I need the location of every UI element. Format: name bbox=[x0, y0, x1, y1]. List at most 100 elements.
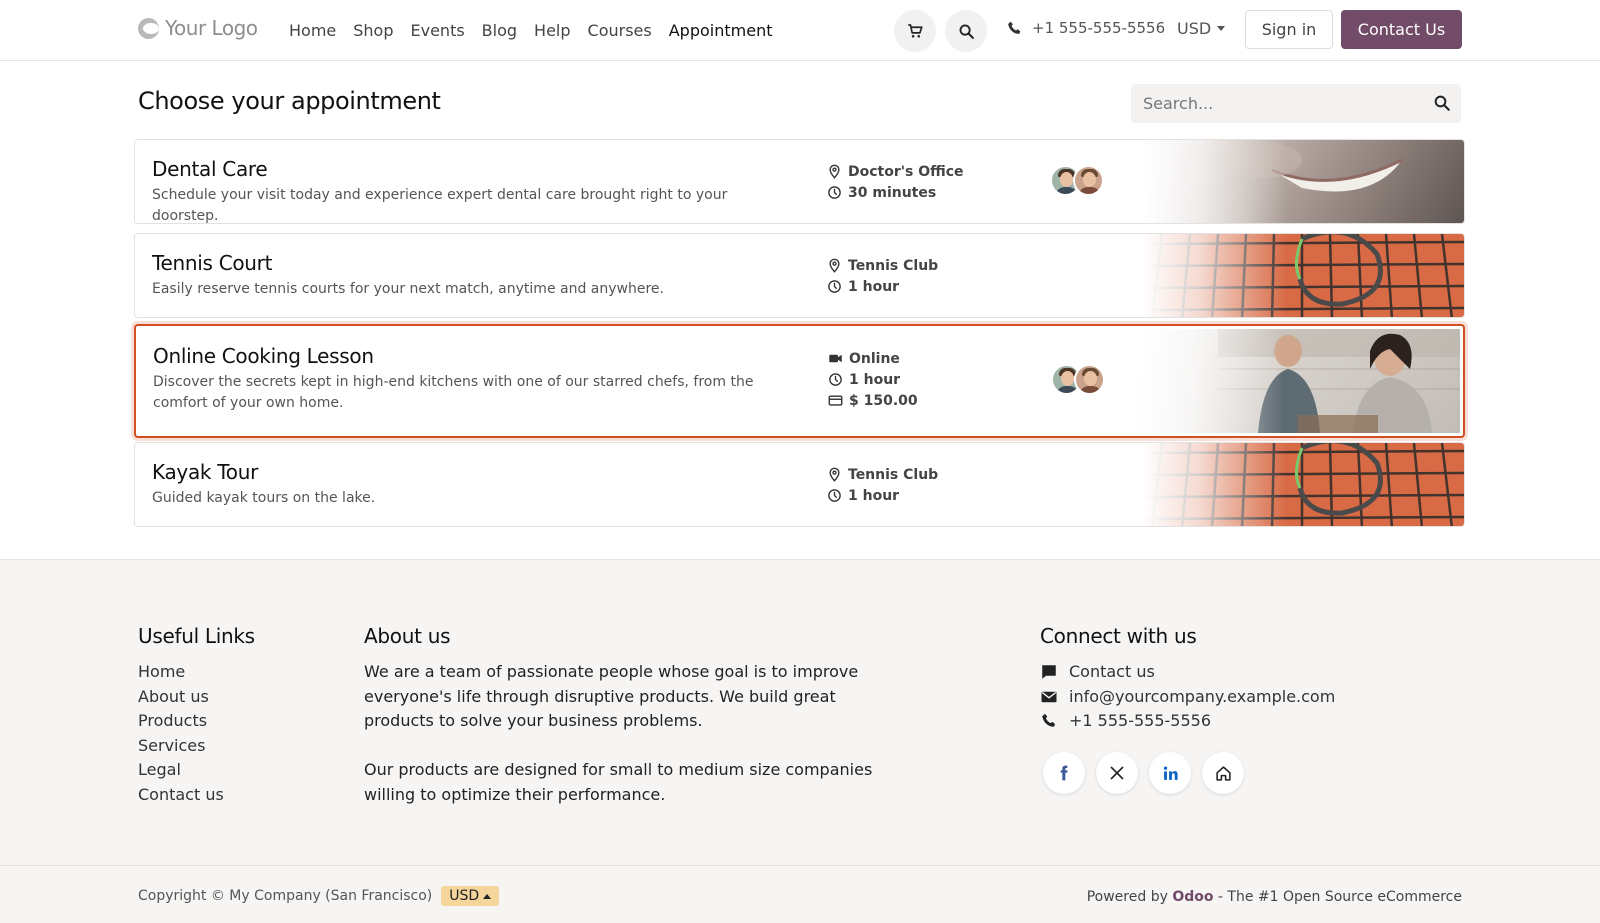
about-us-heading: About us bbox=[364, 624, 451, 648]
nav-events[interactable]: Events bbox=[411, 21, 465, 40]
phone-icon bbox=[1042, 714, 1056, 728]
connect-list: Contact us info@yourcompany.example.com … bbox=[1040, 660, 1335, 734]
copyright: Copyright © My Company (San Francisco) U… bbox=[138, 886, 500, 906]
caret-down-icon bbox=[1217, 26, 1226, 31]
facebook-icon bbox=[1060, 765, 1068, 781]
appointment-card-kayak-tour[interactable]: Kayak Tour Guided kayak tours on the lak… bbox=[134, 442, 1465, 527]
card-location: Doctor's Office bbox=[848, 163, 964, 180]
copyright-bar: Copyright © My Company (San Francisco) U… bbox=[0, 865, 1600, 923]
connect-contact-text: Contact us bbox=[1069, 662, 1155, 681]
home-button[interactable] bbox=[1202, 752, 1244, 794]
appointment-card-dental-care[interactable]: Dental Care Schedule your visit today an… bbox=[134, 139, 1465, 224]
nav-shop[interactable]: Shop bbox=[353, 21, 393, 40]
footer-currency-label: USD bbox=[449, 888, 480, 904]
location-pin-icon bbox=[829, 164, 840, 179]
clock-icon bbox=[828, 489, 841, 502]
footer-link-legal[interactable]: Legal bbox=[138, 758, 224, 783]
page-title: Choose your appointment bbox=[138, 87, 441, 115]
card-title: Dental Care bbox=[152, 157, 268, 181]
useful-links-list: Home About us Products Services Legal Co… bbox=[138, 660, 224, 808]
footer-link-contact-us[interactable]: Contact us bbox=[138, 783, 224, 808]
cart-button[interactable] bbox=[894, 10, 936, 52]
card-title: Kayak Tour bbox=[152, 460, 259, 484]
card-meta: Doctor's Office 30 minutes bbox=[827, 161, 964, 203]
dental-care-image bbox=[1142, 140, 1464, 223]
search-icon bbox=[959, 24, 974, 39]
site-logo[interactable]: Your Logo bbox=[138, 16, 258, 40]
nav-home[interactable]: Home bbox=[289, 21, 336, 40]
about-us-text: We are a team of passionate people whose… bbox=[364, 660, 904, 808]
footer-link-home[interactable]: Home bbox=[138, 660, 224, 685]
nav-blog[interactable]: Blog bbox=[482, 21, 517, 40]
facebook-button[interactable] bbox=[1043, 752, 1085, 794]
avatar bbox=[1074, 364, 1105, 395]
site-footer: Useful Links Home About us Products Serv… bbox=[0, 559, 1600, 865]
currency-selector[interactable]: USD bbox=[1177, 19, 1226, 38]
tagline-mid: - The #1 bbox=[1213, 889, 1284, 905]
logo-icon bbox=[138, 17, 159, 39]
card-description: Schedule your visit today and experience… bbox=[152, 187, 728, 224]
card-description: Guided kayak tours on the lake. bbox=[152, 490, 376, 506]
footer-link-about-us[interactable]: About us bbox=[138, 685, 224, 710]
card-description: Easily reserve tennis courts for your ne… bbox=[152, 281, 664, 297]
card-meta: Online 1 hour $ 150.00 bbox=[828, 348, 918, 411]
card-duration: 30 minutes bbox=[848, 184, 937, 201]
search-input[interactable] bbox=[1143, 84, 1423, 123]
footer-link-products[interactable]: Products bbox=[138, 709, 224, 734]
nav-help[interactable]: Help bbox=[534, 21, 570, 40]
ecommerce-link[interactable]: Open Source eCommerce bbox=[1283, 889, 1462, 905]
connect-email-link[interactable]: info@yourcompany.example.com bbox=[1040, 685, 1335, 710]
connect-phone-link[interactable]: +1 555-555-5556 bbox=[1040, 709, 1335, 734]
caret-up-icon bbox=[483, 893, 492, 899]
header-phone[interactable]: +1 555-555-5556 bbox=[1006, 19, 1165, 37]
connect-contact-link[interactable]: Contact us bbox=[1040, 660, 1335, 685]
appointment-card-tennis-court[interactable]: Tennis Court Easily reserve tennis court… bbox=[134, 233, 1465, 318]
staff-avatars[interactable] bbox=[1051, 364, 1105, 395]
clock-icon bbox=[829, 373, 842, 386]
nav-appointment[interactable]: Appointment bbox=[669, 21, 773, 40]
card-price: $ 150.00 bbox=[849, 392, 918, 409]
about-paragraph-1: We are a team of passionate people whose… bbox=[364, 662, 859, 731]
powered-by: Powered by Odoo - The #1 Open Source eCo… bbox=[1087, 889, 1462, 905]
social-links bbox=[1043, 752, 1244, 794]
card-title: Online Cooking Lesson bbox=[153, 344, 374, 368]
search-submit-icon[interactable] bbox=[1433, 94, 1451, 112]
tennis-net-image bbox=[1142, 234, 1464, 317]
odoo-link[interactable]: Odoo bbox=[1172, 889, 1213, 905]
useful-links-heading: Useful Links bbox=[138, 624, 255, 648]
card-description: Discover the secrets kept in high-end ki… bbox=[153, 374, 754, 411]
card-duration: 1 hour bbox=[848, 487, 900, 504]
x-icon bbox=[1110, 766, 1124, 780]
location-pin-icon bbox=[829, 467, 840, 482]
connect-phone-text: +1 555-555-5556 bbox=[1069, 711, 1212, 731]
phone-icon bbox=[1008, 21, 1021, 34]
x-button[interactable] bbox=[1096, 752, 1138, 794]
sign-in-button[interactable]: Sign in bbox=[1245, 10, 1333, 49]
header-phone-text: +1 555-555-5556 bbox=[1032, 19, 1166, 37]
contact-us-button[interactable]: Contact Us bbox=[1341, 10, 1462, 49]
footer-link-services[interactable]: Services bbox=[138, 734, 224, 759]
appointment-search bbox=[1131, 84, 1461, 123]
tennis-net-image bbox=[1142, 443, 1464, 526]
linkedin-icon bbox=[1163, 766, 1178, 780]
staff-avatars[interactable] bbox=[1050, 165, 1104, 196]
card-duration: 1 hour bbox=[849, 371, 901, 388]
home-icon bbox=[1215, 765, 1231, 781]
nav-courses[interactable]: Courses bbox=[588, 21, 652, 40]
about-paragraph-2: Our products are designed for small to m… bbox=[364, 760, 873, 804]
card-location: Tennis Club bbox=[848, 257, 939, 274]
copyright-text: Copyright © My Company (San Francisco) bbox=[138, 888, 433, 904]
linkedin-button[interactable] bbox=[1149, 752, 1191, 794]
envelope-icon bbox=[1041, 691, 1057, 703]
search-toggle-button[interactable] bbox=[945, 10, 987, 52]
logo-text: Your Logo bbox=[165, 16, 258, 40]
appointment-card-online-cooking-lesson[interactable]: Online Cooking Lesson Discover the secre… bbox=[134, 324, 1465, 438]
cart-icon bbox=[908, 24, 923, 38]
footer-currency-selector[interactable]: USD bbox=[441, 886, 500, 906]
connect-email-text: info@yourcompany.example.com bbox=[1069, 686, 1336, 706]
connect-heading: Connect with us bbox=[1040, 624, 1197, 648]
currency-label: USD bbox=[1177, 19, 1212, 38]
card-meta: Tennis Club 1 hour bbox=[827, 255, 938, 297]
card-location: Online bbox=[849, 350, 900, 367]
chat-bubble-icon bbox=[1042, 665, 1056, 680]
